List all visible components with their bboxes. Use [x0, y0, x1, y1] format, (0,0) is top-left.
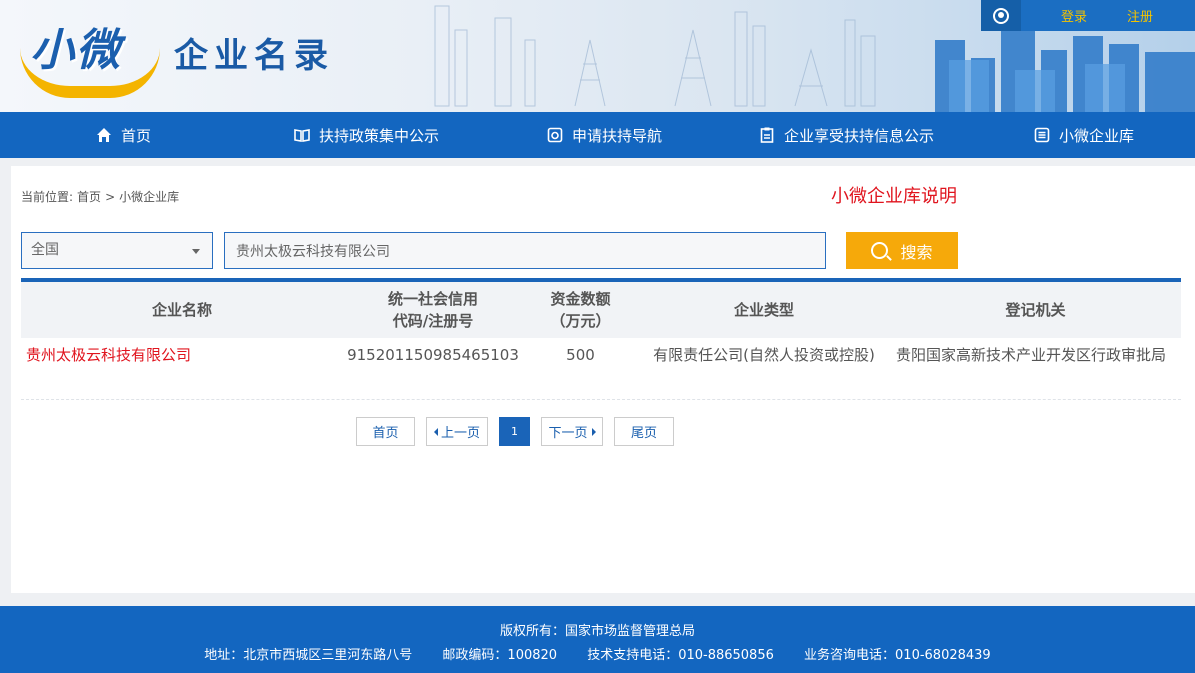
- home-icon: [96, 127, 112, 143]
- search-input[interactable]: [224, 232, 826, 269]
- breadcrumb-separator: >: [105, 190, 116, 204]
- page-prev-button[interactable]: 上一页: [426, 417, 488, 446]
- nav-item-label: 申请扶持导航: [572, 126, 663, 145]
- nav-item-home[interactable]: 首页: [96, 112, 151, 158]
- credit-code-cell: 915201150985465103: [347, 346, 519, 364]
- footer-postcode: 邮政编码：100820: [442, 648, 558, 663]
- user-icon[interactable]: [981, 0, 1021, 31]
- table-header: 企业名称 统一社会信用 代码/注册号 资金数额 （万元） 企业类型 登记机关: [21, 282, 1181, 338]
- page-prev-label: 上一页: [440, 426, 480, 441]
- library-description-link[interactable]: 小微企业库说明: [831, 182, 957, 208]
- region-select-value: 全国: [31, 242, 59, 258]
- region-select[interactable]: 全国: [21, 232, 213, 269]
- col-header-code-line1: 统一社会信用: [387, 290, 478, 308]
- page-last-button[interactable]: 尾页: [614, 417, 674, 446]
- nav-item-policy[interactable]: 扶持政策集中公示: [294, 112, 439, 158]
- login-link[interactable]: 登录: [1061, 6, 1087, 25]
- footer-tech-phone: 技术支持电话：010-88650856: [587, 648, 774, 663]
- capital-cell: 500: [566, 346, 595, 364]
- col-header-type: 企业类型: [733, 301, 794, 319]
- page-number-label: 1: [511, 425, 518, 438]
- nav-item-sme-library[interactable]: 小微企业库: [1034, 112, 1134, 158]
- col-header-code-line2: 代码/注册号: [392, 312, 474, 330]
- page-first-label: 首页: [372, 426, 399, 441]
- col-header-code: 统一社会信用 代码/注册号: [343, 282, 523, 338]
- col-header-capital-line1: 资金数额: [550, 290, 611, 308]
- breadcrumb-current: 小微企业库: [119, 190, 180, 204]
- logo-title: 企业名录: [174, 36, 334, 76]
- chevron-left-icon: [433, 427, 438, 436]
- col-header-authority: 登记机关: [1005, 301, 1066, 319]
- breadcrumb: 当前位置: 首页 > 小微企业库: [21, 188, 183, 205]
- footer-contact: 地址：北京市西城区三里河东路八号 邮政编码：100820 技术支持电话：010-…: [0, 644, 1195, 663]
- pagination: 首页 上一页 1 下一页 尾页: [356, 417, 685, 446]
- registration-authority-cell: 贵阳国家高新技术产业开发区行政审批局: [896, 346, 1167, 364]
- col-header-capital: 资金数额 （万元）: [523, 282, 638, 338]
- footer: 版权所有：国家市场监督管理总局 地址：北京市西城区三里河东路八号 邮政编码：10…: [0, 606, 1195, 673]
- footer-copyright: 版权所有：国家市场监督管理总局: [499, 624, 695, 639]
- col-header-name: 企业名称: [151, 301, 212, 319]
- results-table: 企业名称 统一社会信用 代码/注册号 资金数额 （万元） 企业类型 登记机关 贵州太…: [21, 278, 1181, 400]
- search-button-label: 搜索: [900, 242, 933, 262]
- nav-item-label: 小微企业库: [1059, 126, 1135, 145]
- clipboard-icon: [759, 127, 775, 143]
- chevron-down-icon: [192, 249, 200, 254]
- footer-consult-phone: 业务咨询电话：010-68028439: [804, 648, 991, 663]
- page-next-button[interactable]: 下一页: [541, 417, 603, 446]
- book-icon: [294, 127, 310, 143]
- company-name-link[interactable]: 贵州太极云科技有限公司: [21, 338, 343, 399]
- page-number-current[interactable]: 1: [499, 417, 530, 446]
- table-row: 贵州太极云科技有限公司 915201150985465103 500 有限责任公…: [21, 338, 1181, 400]
- main-content: 当前位置:首页>小微企业库 小微企业库说明 全国 搜索 企业名称 统一社会信用代…: [11, 166, 1195, 593]
- list-icon: [1034, 127, 1050, 143]
- search-button[interactable]: 搜索: [846, 232, 958, 269]
- search-icon: [871, 242, 889, 259]
- camera-icon: [547, 127, 563, 143]
- page-next-label: 下一页: [548, 426, 588, 441]
- col-header-capital-line2: （万元）: [550, 312, 611, 330]
- nav-item-label: 企业享受扶持信息公示: [784, 126, 935, 145]
- main-nav: 首页 扶持政策集中公示 申请扶持导航 企业享受扶持信息公示 小微企业库: [0, 112, 1195, 158]
- page-last-label: 尾页: [630, 426, 657, 441]
- account-bar: 登录 注册: [981, 0, 1195, 31]
- nav-item-support-info[interactable]: 企业享受扶持信息公示: [759, 112, 934, 158]
- header-banner: 小微 企业名录 登录 注册: [0, 0, 1195, 112]
- logo-main-text: 小微: [30, 25, 122, 76]
- nav-item-label: 首页: [121, 126, 152, 145]
- footer-address: 地址：北京市西城区三里河东路八号: [204, 648, 413, 663]
- chevron-right-icon: [591, 427, 596, 436]
- company-type-cell: 有限责任公司(自然人投资或控股): [653, 346, 875, 364]
- breadcrumb-home[interactable]: 首页: [77, 190, 101, 204]
- nav-item-label: 扶持政策集中公示: [319, 126, 440, 145]
- register-link[interactable]: 注册: [1127, 6, 1153, 25]
- nav-item-guide[interactable]: 申请扶持导航: [547, 112, 662, 158]
- breadcrumb-prefix: 当前位置:: [21, 190, 74, 204]
- page-first-button[interactable]: 首页: [356, 417, 415, 446]
